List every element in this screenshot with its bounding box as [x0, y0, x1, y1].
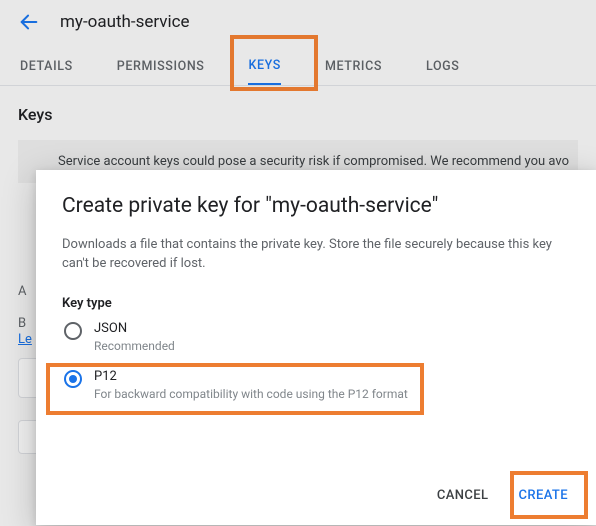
bg-text-stub: A [18, 284, 26, 299]
radio-icon [64, 370, 82, 388]
tab-metrics[interactable]: METRICS [325, 49, 382, 85]
service-title: my-oauth-service [60, 12, 190, 32]
tab-permissions[interactable]: PERMISSIONS [117, 49, 205, 85]
section-title-keys: Keys [18, 105, 578, 124]
option-label: JSON [94, 321, 175, 336]
dialog-title: Create private key for "my-oauth-service… [62, 194, 570, 218]
cancel-button[interactable]: CANCEL [423, 480, 503, 511]
radio-body: JSON Recommended [94, 321, 175, 353]
tab-bar: DETAILS PERMISSIONS KEYS METRICS LOGS [0, 48, 596, 86]
bg-text-stub: B [18, 316, 26, 331]
tab-keys[interactable]: KEYS [248, 49, 280, 85]
tab-logs[interactable]: LOGS [426, 49, 459, 85]
dialog-actions: CANCEL CREATE [423, 480, 582, 511]
tab-details[interactable]: DETAILS [20, 49, 73, 85]
key-type-option-json[interactable]: JSON Recommended [64, 321, 570, 353]
create-button[interactable]: CREATE [504, 480, 582, 511]
create-key-dialog: Create private key for "my-oauth-service… [36, 170, 596, 525]
option-sublabel: For backward compatibility with code usi… [94, 387, 408, 401]
bg-link-stub[interactable]: Le [18, 332, 32, 347]
page-header: my-oauth-service [0, 0, 596, 48]
key-type-label: Key type [62, 296, 570, 311]
radio-body: P12 For backward compatibility with code… [94, 369, 408, 401]
key-type-radio-group: JSON Recommended P12 For backward compat… [62, 321, 570, 401]
key-type-option-p12[interactable]: P12 For backward compatibility with code… [64, 369, 570, 401]
dialog-description: Downloads a file that contains the priva… [62, 236, 570, 274]
radio-icon [64, 322, 82, 340]
option-label: P12 [94, 369, 408, 384]
option-sublabel: Recommended [94, 339, 175, 353]
back-arrow-icon[interactable] [18, 11, 40, 33]
